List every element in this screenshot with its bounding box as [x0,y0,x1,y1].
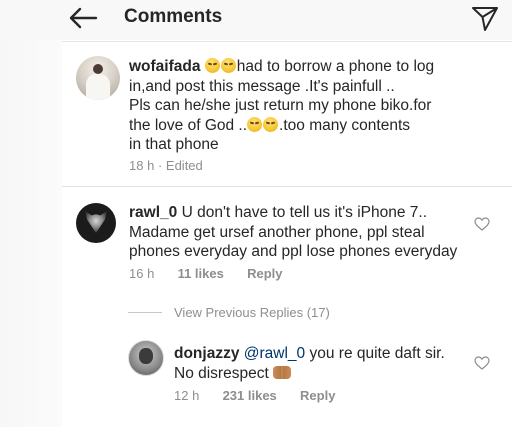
edited-label: Edited [165,158,203,173]
username[interactable]: donjazzy [174,345,239,362]
heart-icon[interactable] [474,356,490,370]
share-button[interactable] [470,4,500,32]
avatar[interactable] [76,203,116,243]
caption-line: had to borrow a phone to log [236,58,435,75]
username[interactable]: wofaifada [129,58,200,75]
wolf-image [85,211,107,233]
comment-line: phones everyday and ppl lose phones ever… [129,243,458,260]
likes-count[interactable]: 231 likes [223,388,277,403]
caption-comment: wofaifada had to borrow a phone to log i… [62,42,512,185]
back-button[interactable] [66,4,100,32]
avatar-head [93,64,103,74]
page-title: Comments [124,6,223,27]
comment-meta: 16 h 11 likes Reply [129,266,283,281]
caption-line: in,and post this message .It's painfull … [129,77,395,95]
comment-line: U don't have to tell us it's iPhone 7.. [181,204,428,221]
timestamp: 16 h [129,266,155,281]
caption-line: Pls can he/she just return my phone biko… [129,97,432,114]
arrow-left-icon [69,7,98,29]
comment-line: Madame get ursef another phone, ppl stea… [129,223,425,241]
caption-meta: 18 h · Edited [129,158,203,173]
caption-line: .too many contents [279,116,411,134]
avatar[interactable] [76,56,120,100]
caption-line: in that phone [129,136,219,153]
pensive-face-icon [263,116,279,132]
separator: · [157,158,163,173]
likes-count[interactable]: 11 likes [178,266,224,281]
username[interactable]: rawl_0 [129,204,177,221]
reply-line: No disrespect [174,364,269,382]
reply-button[interactable]: Reply [300,388,335,403]
heart-icon[interactable] [474,217,490,231]
folded-hands-icon [273,365,292,379]
comment-text: rawl_0 U don't have to tell us it's iPho… [129,203,457,262]
view-previous-replies[interactable]: View Previous Replies (17) [174,305,330,320]
pensive-face-icon [204,58,220,73]
reply-meta: 12 h 231 likes Reply [174,388,335,403]
reply-line: you re quite daft sir. [309,345,445,362]
reply-text: donjazzy @rawl_0 you re quite daft sir. … [174,344,445,383]
paper-plane-icon [472,7,498,31]
comments-header: Comments [0,0,512,40]
left-background-strip [0,0,62,427]
avatar-dress [86,74,110,100]
reply-button[interactable]: Reply [247,266,282,281]
avatar-face [139,348,153,364]
pensive-face-icon [220,58,236,73]
pensive-face-icon [247,116,263,132]
timestamp: 18 h [129,158,155,173]
timestamp: 12 h [174,388,200,403]
comment-item: rawl_0 U don't have to tell us it's iPho… [62,187,512,287]
mention-link[interactable]: @rawl_0 [244,345,305,362]
caption-text: wofaifada had to borrow a phone to log i… [129,57,434,155]
caption-line: the love of God .. [129,116,248,134]
reply-item: donjazzy @rawl_0 you re quite daft sir. … [128,340,512,420]
replies-divider-line [128,312,162,313]
avatar[interactable] [128,340,164,376]
